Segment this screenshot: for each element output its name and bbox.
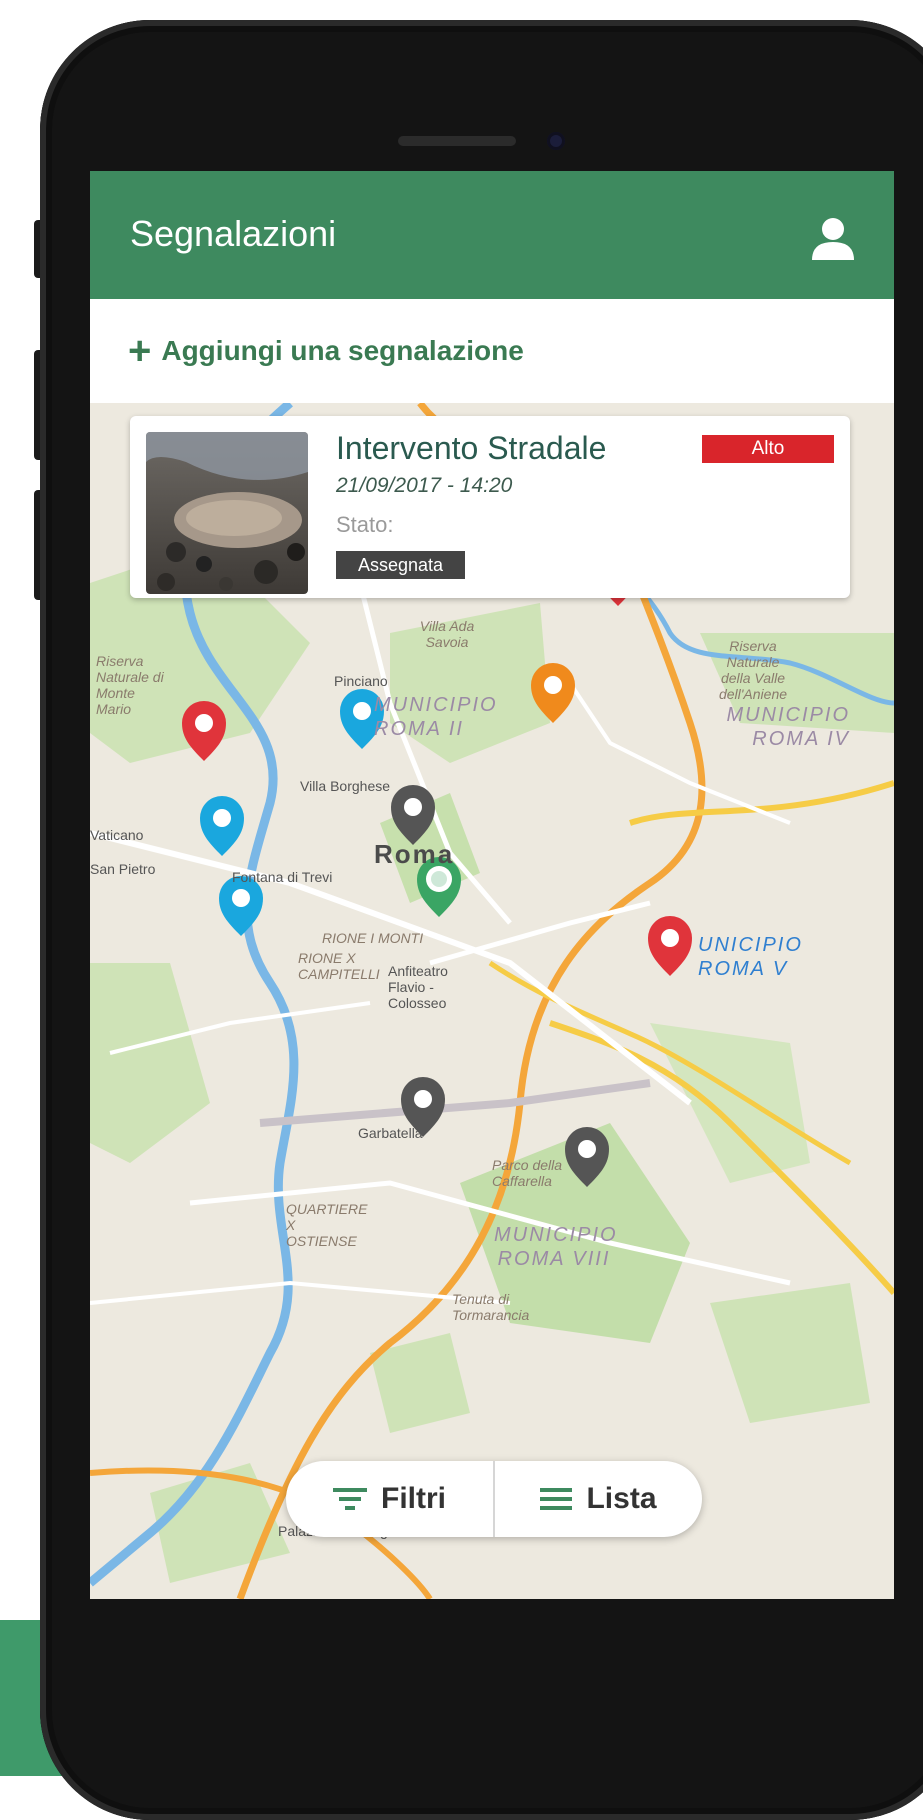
map-pin[interactable] bbox=[182, 701, 226, 761]
map-pin[interactable] bbox=[219, 876, 263, 936]
user-profile-icon[interactable] bbox=[810, 215, 856, 261]
list-button[interactable]: Lista bbox=[495, 1461, 702, 1537]
add-report-label: Aggiungi una segnalazione bbox=[161, 335, 524, 366]
report-card[interactable]: Intervento Stradale 21/09/2017 - 14:20 S… bbox=[130, 416, 850, 598]
map-label: San Pietro bbox=[90, 861, 156, 877]
filters-label: Filtri bbox=[381, 1482, 446, 1515]
report-status-badge: Assegnata bbox=[336, 551, 466, 579]
district-label: MUNICIPIO ROMA II bbox=[374, 694, 498, 740]
list-label: Lista bbox=[586, 1482, 657, 1515]
map-label: Pinciano bbox=[334, 673, 388, 689]
report-photo bbox=[146, 432, 308, 594]
map-label: RIONE I MONTI bbox=[322, 930, 424, 946]
map-pin[interactable] bbox=[648, 916, 692, 976]
list-icon bbox=[540, 1488, 573, 1510]
map-label: QUARTIERE X OSTIENSE bbox=[286, 1201, 368, 1249]
district-label: UNICIPIO ROMA V bbox=[698, 934, 803, 980]
add-report-button[interactable]: + Aggiungi una segnalazione bbox=[128, 331, 524, 371]
district-label: MUNICIPIO ROMA IV bbox=[726, 704, 850, 750]
map-pin[interactable] bbox=[200, 796, 244, 856]
map-label: Tenuta di Tormarancia bbox=[452, 1291, 530, 1323]
map-city-label: Roma bbox=[374, 839, 455, 869]
filters-button[interactable]: Filtri bbox=[286, 1461, 493, 1537]
phone-camera bbox=[547, 132, 565, 150]
app-title: Segnalazioni bbox=[130, 213, 337, 254]
map-label: Anfiteatro Flavio - Colosseo bbox=[388, 963, 448, 1011]
map-label: Vaticano bbox=[90, 827, 144, 843]
district-label: MUNICIPIO ROMA VIII bbox=[494, 1224, 618, 1270]
map-label: RIONE X CAMPITELLI bbox=[298, 950, 380, 982]
filter-icon bbox=[333, 1488, 367, 1510]
plus-icon: + bbox=[128, 329, 152, 373]
bottom-action-bar: Filtri Lista bbox=[286, 1461, 702, 1537]
map-label: Villa Ada Savoia bbox=[419, 618, 475, 650]
report-datetime: 21/09/2017 - 14:20 bbox=[336, 474, 513, 497]
priority-badge: Alto bbox=[702, 435, 834, 463]
map-label: Riserva Naturale di Monte Mario bbox=[96, 653, 164, 717]
map-label: Parco della Caffarella bbox=[492, 1157, 563, 1189]
map-label: Riserva Naturale della Valle dell'Aniene bbox=[718, 638, 788, 702]
app-screen: Segnalazioni + Aggiungi una segnalazione bbox=[90, 171, 894, 1599]
add-report-bar: + Aggiungi una segnalazione bbox=[90, 299, 894, 403]
map-label: Fontana di Trevi bbox=[232, 869, 333, 885]
map-label: Garbatella bbox=[358, 1125, 423, 1141]
phone-speaker bbox=[398, 136, 516, 146]
report-status-label: Stato: bbox=[336, 512, 394, 537]
report-title: Intervento Stradale bbox=[336, 430, 607, 466]
app-bar: Segnalazioni bbox=[90, 171, 894, 299]
map-label: Villa Borghese bbox=[300, 778, 391, 794]
